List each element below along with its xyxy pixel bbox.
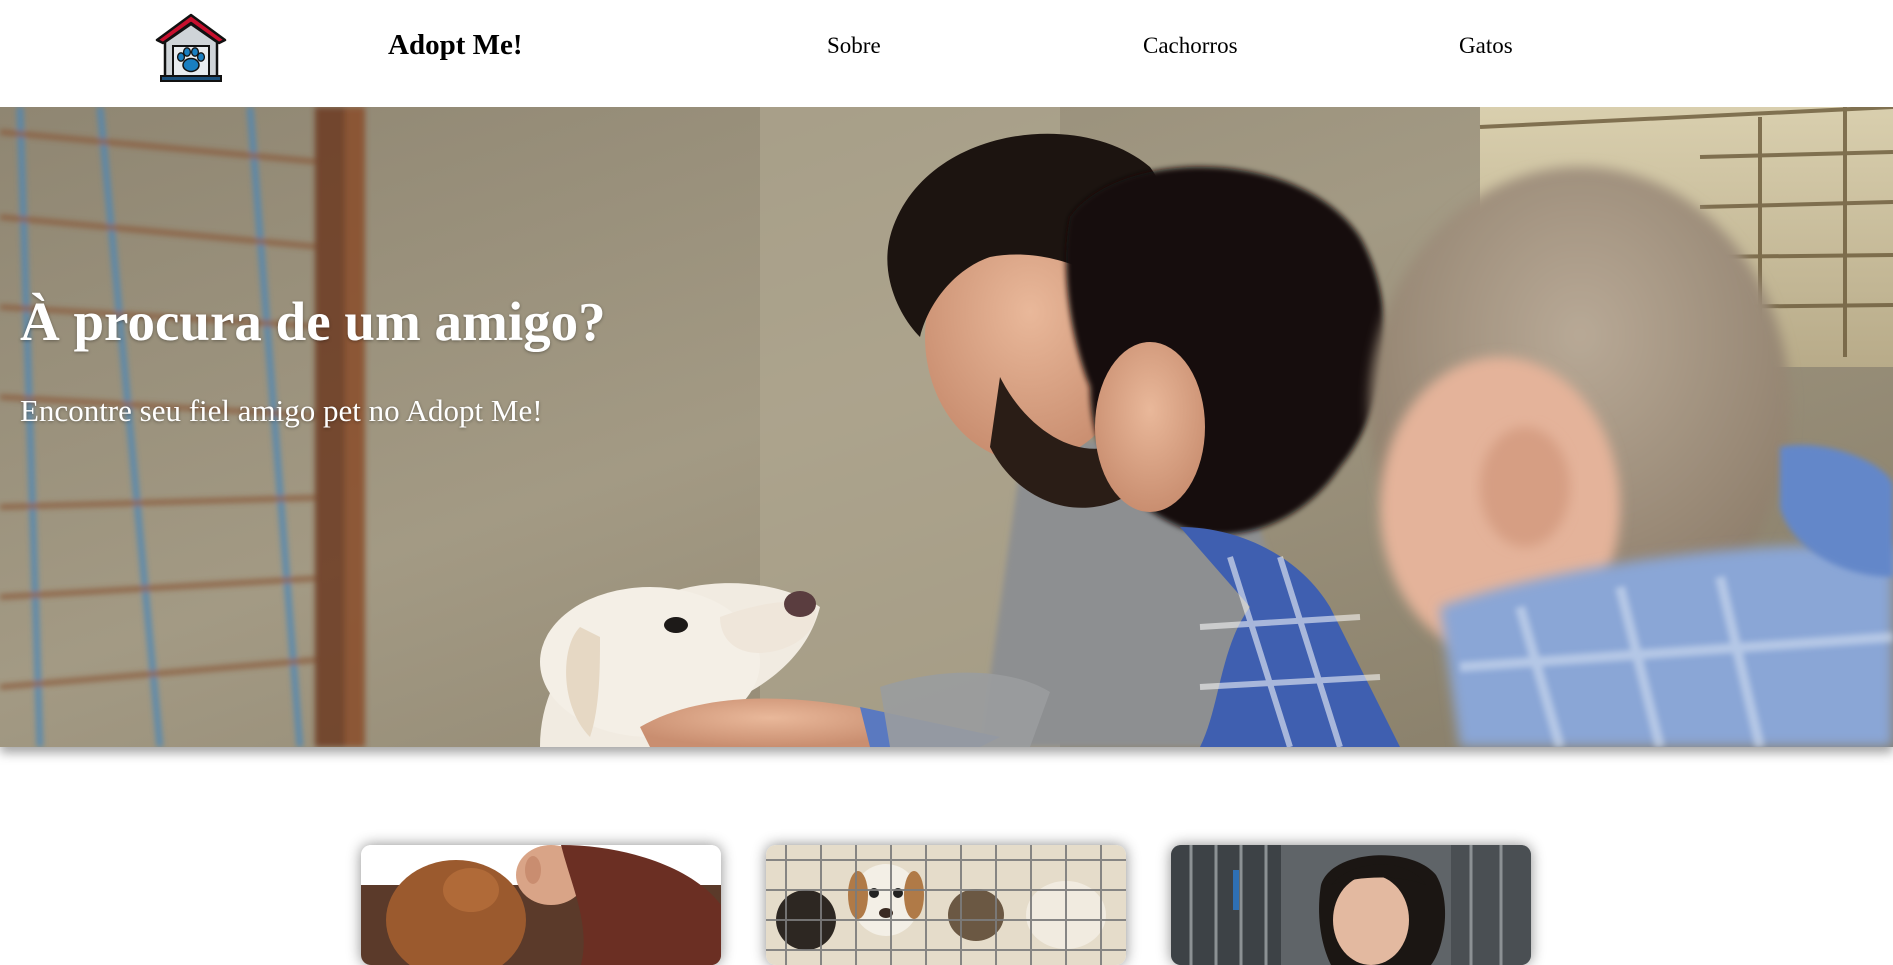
hero-subtitle: Encontre seu fiel amigo pet no Adopt Me! (20, 393, 543, 428)
woman-hugging-puppy-photo (361, 845, 721, 965)
nav-link-gatos[interactable]: Gatos (1459, 33, 1513, 59)
hero-title: À procura de um amigo? (20, 291, 606, 352)
pet-house-icon[interactable] (155, 12, 227, 84)
nav-link-sobre[interactable]: Sobre (827, 33, 881, 59)
brand-name[interactable]: Adopt Me! (388, 29, 523, 62)
nav-link-cachorros[interactable]: Cachorros (1143, 33, 1238, 59)
pet-card[interactable] (766, 845, 1126, 965)
pet-card[interactable] (361, 845, 721, 965)
woman-at-kennel-photo (1171, 845, 1531, 965)
pet-card[interactable] (1171, 845, 1531, 965)
hero-banner: À procura de um amigo? Encontre seu fiel… (0, 107, 1893, 747)
navbar: Adopt Me! Sobre Cachorros Gatos (0, 0, 1893, 107)
puppies-in-cage-photo (766, 845, 1126, 965)
